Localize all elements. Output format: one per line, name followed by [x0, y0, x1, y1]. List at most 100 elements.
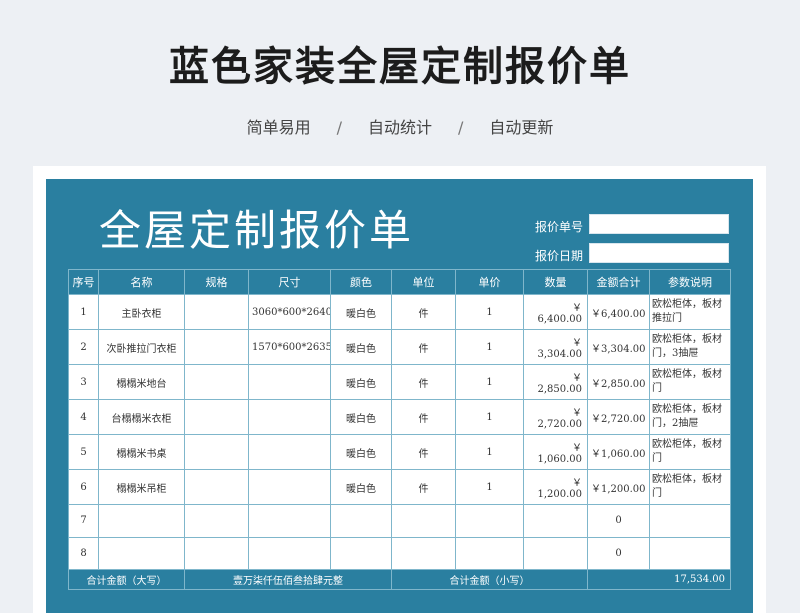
separator: / — [458, 118, 464, 137]
cell-name[interactable] — [98, 504, 185, 538]
cell-no[interactable]: 6 — [68, 469, 99, 505]
cell-qty[interactable]: ￥ 6,400.00 — [523, 294, 588, 330]
col-header: 名称 — [98, 269, 185, 295]
cell-qty[interactable]: ￥ 2,720.00 — [523, 399, 588, 435]
cell-name[interactable]: 主卧衣柜 — [98, 294, 185, 330]
cell-total[interactable]: ￥3,304.00 — [587, 329, 650, 365]
table-row: 2 次卧推拉门衣柜 1570*600*2635 暖白色 件 1 ￥ 3,304.… — [68, 329, 731, 365]
cell-unit[interactable]: 件 — [391, 329, 456, 365]
quote-no-field[interactable] — [589, 214, 729, 234]
cell-color[interactable] — [330, 536, 392, 570]
cell-spec[interactable] — [184, 434, 249, 470]
cell-no[interactable]: 3 — [68, 364, 99, 400]
cell-spec[interactable] — [184, 329, 249, 365]
cell-size[interactable]: 1570*600*2635 — [248, 329, 331, 365]
cell-total[interactable]: ￥2,850.00 — [587, 364, 650, 400]
cell-price[interactable]: 1 — [455, 469, 524, 505]
quote-date-label: 报价日期 — [535, 249, 584, 263]
cell-no[interactable]: 5 — [68, 434, 99, 470]
cell-qty[interactable]: ￥ 2,850.00 — [523, 364, 588, 400]
cell-spec[interactable] — [184, 294, 249, 330]
cell-unit[interactable]: 件 — [391, 294, 456, 330]
cell-total[interactable]: ￥6,400.00 — [587, 294, 650, 330]
cell-desc[interactable] — [649, 536, 731, 570]
cell-desc[interactable] — [649, 504, 731, 538]
preview-card: 全屋定制报价单 报价单号 报价日期 序号 名称 规格 尺寸 颜色 单位 单价 数… — [33, 166, 766, 613]
cell-unit[interactable] — [391, 536, 456, 570]
cell-unit[interactable]: 件 — [391, 399, 456, 435]
cell-no[interactable]: 4 — [68, 399, 99, 435]
cell-no[interactable]: 8 — [68, 536, 99, 570]
cell-desc[interactable]: 欧松柜体，板材推拉门 — [649, 294, 731, 330]
cell-color[interactable]: 暖白色 — [330, 294, 392, 330]
cell-size[interactable] — [248, 434, 331, 470]
cell-color[interactable] — [330, 504, 392, 538]
cell-desc[interactable]: 欧松柜体，板材门，2抽屉 — [649, 399, 731, 435]
cell-price[interactable]: 1 — [455, 329, 524, 365]
col-header: 单价 — [455, 269, 524, 295]
cell-name[interactable]: 次卧推拉门衣柜 — [98, 329, 185, 365]
cell-size[interactable] — [248, 399, 331, 435]
total-upper-label: 合计金额（大写） — [68, 569, 185, 590]
col-header: 参数说明 — [649, 269, 731, 295]
cell-unit[interactable]: 件 — [391, 434, 456, 470]
cell-unit[interactable] — [391, 504, 456, 538]
cell-price[interactable] — [455, 536, 524, 570]
table-header-row: 序号 名称 规格 尺寸 颜色 单位 单价 数量 金额合计 参数说明 — [68, 269, 731, 295]
cell-name[interactable]: 榻榻米吊柜 — [98, 469, 185, 505]
cell-total[interactable]: 0 — [587, 536, 650, 570]
cell-spec[interactable] — [184, 399, 249, 435]
table-row: 7 0 — [68, 504, 731, 538]
cell-desc[interactable]: 欧松柜体，板材门 — [649, 434, 731, 470]
cell-color[interactable]: 暖白色 — [330, 399, 392, 435]
cell-qty[interactable]: ￥ 1,200.00 — [523, 469, 588, 505]
cell-color[interactable]: 暖白色 — [330, 329, 392, 365]
cell-price[interactable]: 1 — [455, 434, 524, 470]
totals-row: 合计金额（大写） 壹万柒仟伍佰叁拾肆元整 合计金额（小写） 17,534.00 — [68, 569, 731, 590]
cell-name[interactable]: 榻榻米书桌 — [98, 434, 185, 470]
cell-color[interactable]: 暖白色 — [330, 364, 392, 400]
cell-unit[interactable]: 件 — [391, 364, 456, 400]
cell-qty[interactable]: ￥ 1,060.00 — [523, 434, 588, 470]
total-upper-value: 壹万柒仟伍佰叁拾肆元整 — [184, 569, 392, 590]
cell-desc[interactable]: 欧松柜体，板材门 — [649, 469, 731, 505]
quote-date-field[interactable] — [589, 243, 729, 263]
cell-color[interactable]: 暖白色 — [330, 469, 392, 505]
cell-spec[interactable] — [184, 536, 249, 570]
col-header: 序号 — [68, 269, 99, 295]
cell-no[interactable]: 7 — [68, 504, 99, 538]
cell-color[interactable]: 暖白色 — [330, 434, 392, 470]
cell-size[interactable] — [248, 469, 331, 505]
cell-name[interactable]: 榻榻米地台 — [98, 364, 185, 400]
cell-unit[interactable]: 件 — [391, 469, 456, 505]
table-row: 8 0 — [68, 536, 731, 570]
cell-no[interactable]: 1 — [68, 294, 99, 330]
cell-spec[interactable] — [184, 469, 249, 505]
cell-total[interactable]: ￥2,720.00 — [587, 399, 650, 435]
cell-total[interactable]: 0 — [587, 504, 650, 538]
cell-price[interactable]: 1 — [455, 399, 524, 435]
cell-qty[interactable] — [523, 504, 588, 538]
cell-size[interactable] — [248, 536, 331, 570]
col-header: 金额合计 — [587, 269, 650, 295]
cell-price[interactable]: 1 — [455, 294, 524, 330]
cell-spec[interactable] — [184, 364, 249, 400]
cell-size[interactable] — [248, 504, 331, 538]
cell-price[interactable]: 1 — [455, 364, 524, 400]
cell-size[interactable]: 3060*600*2640 — [248, 294, 331, 330]
cell-desc[interactable]: 欧松柜体，板材门，3抽屉 — [649, 329, 731, 365]
cell-qty[interactable] — [523, 536, 588, 570]
cell-total[interactable]: ￥1,060.00 — [587, 434, 650, 470]
separator: / — [336, 118, 342, 137]
cell-qty[interactable]: ￥ 3,304.00 — [523, 329, 588, 365]
cell-price[interactable] — [455, 504, 524, 538]
quote-no-label: 报价单号 — [535, 220, 584, 234]
cell-size[interactable] — [248, 364, 331, 400]
cell-spec[interactable] — [184, 504, 249, 538]
table-row: 4 台榻榻米衣柜 暖白色 件 1 ￥ 2,720.00 ￥2,720.00 欧松… — [68, 399, 731, 435]
cell-no[interactable]: 2 — [68, 329, 99, 365]
cell-desc[interactable]: 欧松柜体，板材门 — [649, 364, 731, 400]
cell-name[interactable]: 台榻榻米衣柜 — [98, 399, 185, 435]
cell-total[interactable]: ￥1,200.00 — [587, 469, 650, 505]
cell-name[interactable] — [98, 536, 185, 570]
